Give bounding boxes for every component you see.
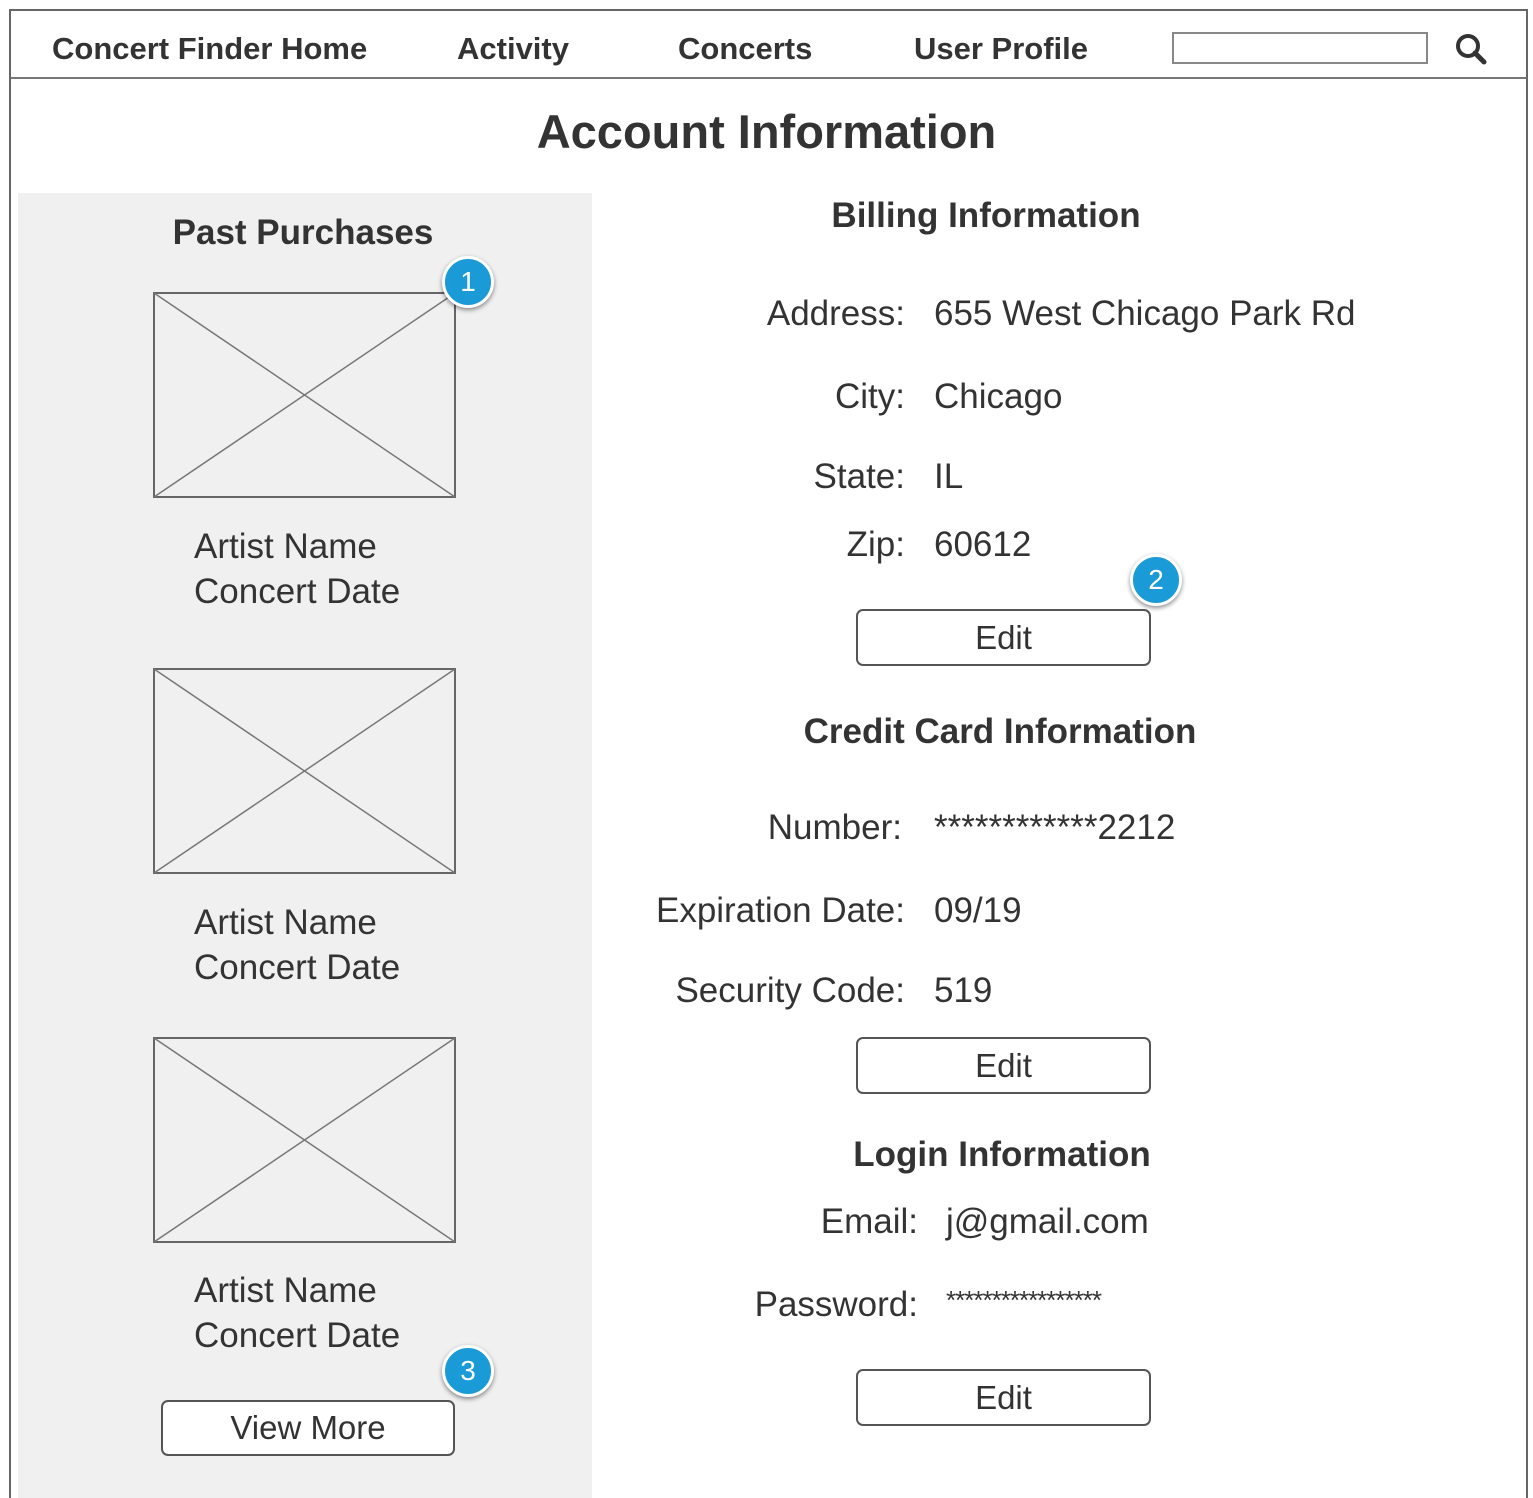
address-label: Address: [766, 294, 905, 333]
expiration-label: Expiration Date: [655, 891, 905, 930]
concert-image-placeholder[interactable] [153, 1037, 456, 1243]
view-more-button[interactable]: View More [161, 1400, 455, 1456]
edit-billing-button[interactable]: Edit [856, 609, 1151, 666]
email-label: Email: [820, 1202, 918, 1241]
billing-title: Billing Information [831, 196, 1141, 235]
past-purchases-panel: Past Purchases Artist Name Concert Date … [18, 193, 592, 1498]
nav-activity[interactable]: Activity [457, 31, 569, 67]
password-value: ***************** [946, 1285, 1102, 1315]
email-value: j@gmail.com [946, 1202, 1149, 1241]
callout-badge: 3 [442, 1345, 494, 1397]
credit-card-title: Credit Card Information [803, 712, 1197, 751]
page-title: Account Information [536, 105, 997, 158]
artist-name: Artist Name [194, 527, 377, 566]
concert-image-placeholder[interactable] [153, 668, 456, 874]
state-label: State: [813, 457, 905, 496]
top-nav: Concert Finder Home Activity Concerts Us… [11, 11, 1526, 79]
concert-image-placeholder[interactable] [153, 292, 456, 498]
purchase-item: Artist Name Concert Date [194, 1268, 400, 1358]
callout-badge: 1 [442, 256, 494, 308]
artist-name: Artist Name [194, 903, 377, 942]
callout-badge: 2 [1130, 554, 1182, 606]
password-label: Password: [754, 1285, 918, 1324]
concert-date: Concert Date [194, 572, 401, 611]
search-input[interactable] [1172, 32, 1428, 64]
state-value: IL [934, 457, 964, 496]
nav-user-profile[interactable]: User Profile [914, 31, 1088, 67]
zip-label: Zip: [846, 525, 905, 564]
security-code-value: 519 [934, 971, 993, 1010]
concert-date: Concert Date [194, 948, 401, 987]
concert-date: Concert Date [194, 1316, 401, 1355]
card-number-label: Number: [767, 808, 902, 847]
nav-home[interactable]: Concert Finder Home [52, 31, 367, 67]
purchase-item: Artist Name Concert Date [194, 900, 400, 990]
security-code-label: Security Code: [675, 971, 905, 1010]
zip-value: 60612 [934, 525, 1032, 564]
city-value: Chicago [934, 377, 1063, 416]
edit-login-button[interactable]: Edit [856, 1369, 1151, 1426]
artist-name: Artist Name [194, 1271, 377, 1310]
card-number-value: ************2212 [934, 808, 1176, 847]
nav-concerts[interactable]: Concerts [678, 31, 812, 67]
login-title: Login Information [853, 1135, 1151, 1174]
address-value: 655 West Chicago Park Rd [934, 294, 1356, 333]
past-purchases-title: Past Purchases [172, 213, 434, 252]
search-icon[interactable] [1453, 31, 1489, 67]
expiration-value: 09/19 [934, 891, 1022, 930]
city-label: City: [835, 377, 905, 416]
edit-credit-card-button[interactable]: Edit [856, 1037, 1151, 1094]
purchase-item: Artist Name Concert Date [194, 524, 400, 614]
